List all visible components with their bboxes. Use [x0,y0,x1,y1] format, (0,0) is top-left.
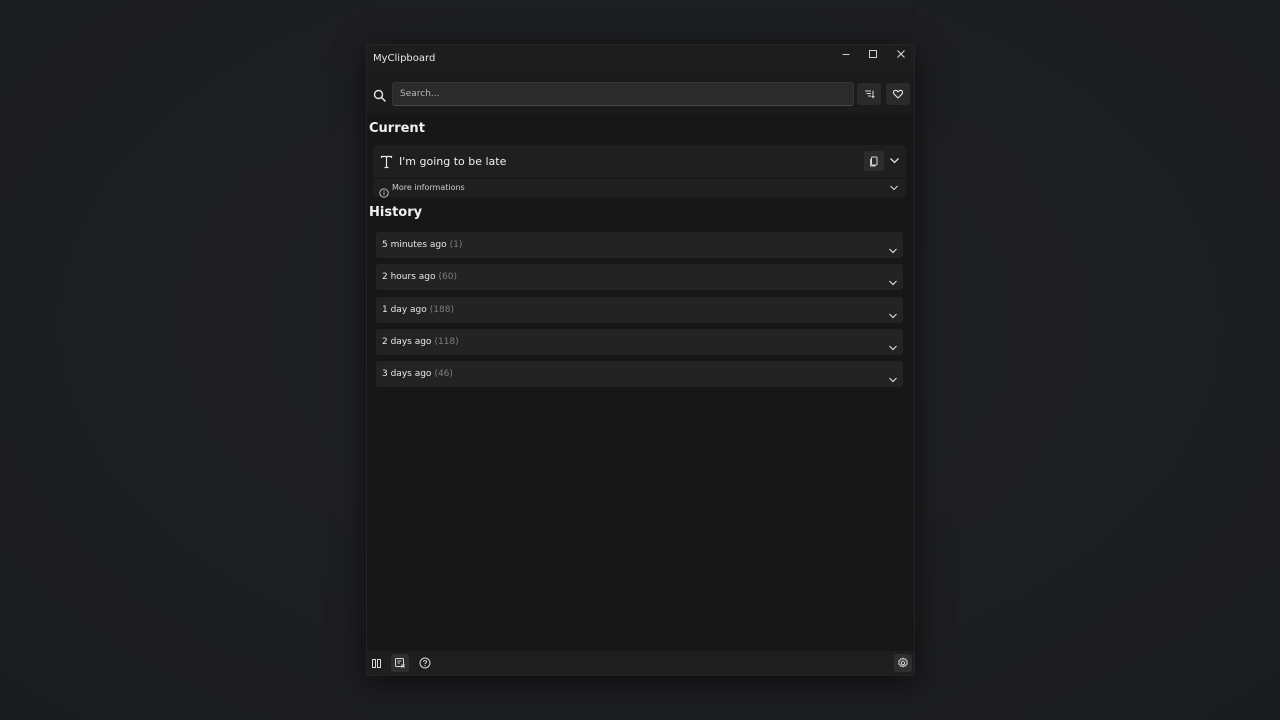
minimize-button[interactable] [832,45,860,62]
history-group-label: 5 minutes ago (1) [382,240,462,250]
chevron-down-icon [888,272,898,291]
history-group[interactable]: 5 minutes ago (1) [376,232,903,258]
history-group-count: (60) [438,272,457,283]
chevron-down-icon [888,240,898,259]
help-icon [419,657,431,669]
close-icon [897,49,905,58]
expand-current-button[interactable] [889,156,900,165]
info-icon [379,183,389,202]
history-group-count: (118) [434,336,459,347]
more-informations-chevron [889,184,899,192]
history-group-time: 3 days ago [382,369,432,380]
sort-button[interactable] [857,83,881,105]
history-group[interactable]: 2 days ago (118) [376,328,903,356]
history-group[interactable]: 1 day ago (188) [376,296,903,324]
app-window: MyClipboard Search... Current I'm going … [366,44,915,676]
history-group-count: (46) [434,369,453,380]
copy-button[interactable] [864,151,884,171]
current-section-title: Current [369,121,425,136]
history-group-time: 2 hours ago [382,272,436,283]
search-icon [373,87,386,106]
chevron-down-icon [890,158,899,164]
history-group[interactable]: 2 hours ago (60) [376,264,903,291]
text-type-icon [380,154,393,173]
settings-icon [898,657,908,668]
maximize-icon [869,49,877,58]
history-group-count: (1) [449,240,463,250]
history-group[interactable]: 3 days ago (46) [376,361,903,388]
pause-icon [371,658,381,668]
settings-button[interactable] [894,654,912,672]
maximize-button[interactable] [859,45,887,62]
history-list: 5 minutes ago (1) 2 hours ago (60) 1 day a… [376,232,903,393]
footer-bar [367,651,914,675]
minimize-icon [842,53,850,55]
clear-history-button[interactable] [391,654,409,672]
pause-button[interactable] [367,654,385,672]
favorites-button[interactable] [886,83,910,105]
app-title: MyClipboard [373,53,436,64]
title-bar[interactable]: MyClipboard [367,45,914,73]
history-group-time: 5 minutes ago [382,240,447,250]
desktop-background: MyClipboard Search... Current I'm going … [0,0,1280,720]
close-button[interactable] [887,45,915,62]
chevron-down-icon [890,185,898,191]
history-group-label: 2 days ago (118) [382,337,459,347]
copy-icon [870,156,878,166]
heart-icon [892,89,904,99]
more-informations-toggle[interactable]: More informations [373,179,906,198]
more-informations-label: More informations [392,183,465,192]
history-group-time: 1 day ago [382,304,427,315]
sort-icon [865,90,875,99]
clear-history-icon [395,658,405,668]
history-section-title: History [369,205,423,220]
help-button[interactable] [416,654,434,672]
current-clip-text: I'm going to be late [399,155,507,168]
history-group-label: 3 days ago (46) [382,369,453,379]
search-toolbar [367,73,914,113]
history-group-label: 2 hours ago (60) [382,272,457,282]
current-clip-card: I'm going to be late More informations [373,145,906,198]
current-clip-row[interactable]: I'm going to be late [373,145,906,179]
history-group-time: 2 days ago [382,336,432,347]
history-group-count: (188) [429,304,454,315]
chevron-down-icon [888,369,898,388]
chevron-down-icon [888,337,898,356]
history-group-label: 1 day ago (188) [382,305,454,315]
search-input[interactable] [392,82,854,106]
chevron-down-icon [888,305,898,324]
